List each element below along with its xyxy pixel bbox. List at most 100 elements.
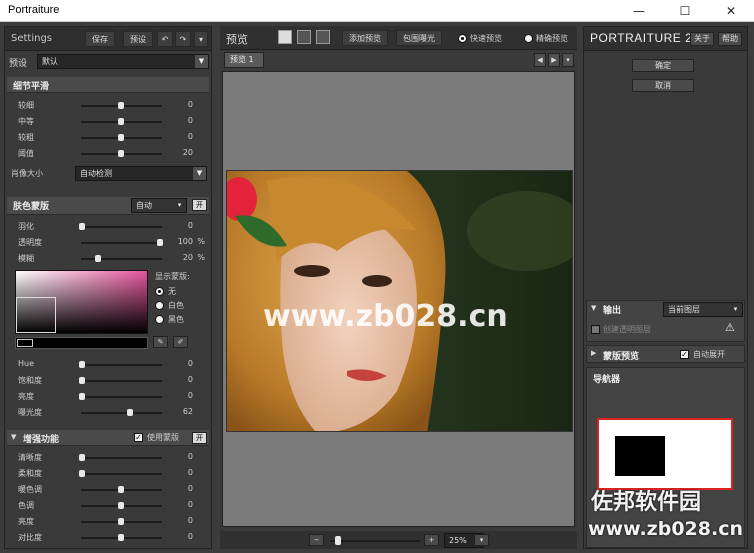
brand-bar: Portraiture 2 关于 帮助 [584,27,747,51]
slider-knob[interactable] [79,393,85,400]
zoom-menu-icon[interactable]: ▾ [474,534,489,546]
preset-select-value: 默认 [42,57,58,66]
expand-arrow-icon[interactable]: ▶ [591,349,596,357]
zoom-slider-track[interactable] [330,540,420,542]
slider-value: 0 [187,132,193,141]
center-watermark: www.zb028.cn [263,299,508,334]
skin-mask-toggle[interactable]: 开 [192,199,207,211]
show-mask-radio[interactable] [155,315,164,324]
show-mask-option-label: 无 [168,287,176,296]
slider-track[interactable] [81,258,162,260]
slider-knob[interactable] [118,502,124,509]
use-mask-checkbox[interactable]: ✓ [134,433,143,442]
show-mask-radio[interactable] [155,287,164,296]
undo-icon[interactable]: ↶ [157,31,173,47]
about-button[interactable]: 关于 [690,32,714,46]
slider-row: 亮度 0 [5,390,211,404]
skin-color-picker[interactable] [15,270,148,334]
portrait-size-select[interactable]: 自动检测 ▼ [75,166,207,181]
maximize-button[interactable]: ☐ [662,0,708,22]
slider-knob[interactable] [95,255,101,262]
slider-knob[interactable] [118,486,124,493]
slider-track[interactable] [81,457,162,459]
ok-button[interactable]: 确定 [632,59,694,72]
accurate-preview-label: 精确预览 [536,34,568,43]
settings-menu-icon[interactable]: ▾ [194,31,208,47]
save-button[interactable]: 保存 [85,31,115,47]
slider-track[interactable] [81,473,162,475]
skin-mode-select[interactable]: 自动 ▾ [131,198,187,213]
slider-label: 透明度 [18,238,42,247]
slider-label: 清晰度 [18,453,42,462]
navigator-thumbnail[interactable] [597,418,733,490]
auto-expand-checkbox[interactable]: ✓ [680,350,689,359]
collapse-arrow-icon[interactable]: ▼ [591,304,596,312]
slider-knob[interactable] [79,454,85,461]
chevron-down-icon: ▼ [195,55,208,68]
brand-name: Portraiture [590,31,682,45]
tab-prev-icon[interactable]: ◀ [534,53,546,67]
single-view-icon[interactable] [278,30,292,44]
redo-icon[interactable]: ↷ [175,31,191,47]
hue-indicator[interactable] [17,339,33,347]
create-layer-checkbox[interactable] [591,325,600,334]
tab-preview-1[interactable]: 预览 1 [224,52,264,68]
skin-mask-header[interactable]: 肤色蒙版 自动 ▾ 开 [7,197,209,215]
slider-track[interactable] [81,380,162,382]
slider-knob[interactable] [118,150,124,157]
preview-tabs: 预览 1 ◀ ▶ ▾ [220,52,577,68]
slider-knob[interactable] [127,409,133,416]
slider-label: 曝光度 [18,408,42,417]
fast-preview-label: 快速预览 [470,34,502,43]
slider-row: 饱和度 0 [5,374,211,388]
zoom-in-button[interactable]: + [424,534,439,546]
slider-knob[interactable] [79,361,85,368]
eyedropper-minus-icon[interactable]: ✐ [173,336,188,348]
add-preview-button[interactable]: 添加预览 [342,30,388,46]
slider-knob[interactable] [118,518,124,525]
accurate-preview-radio[interactable] [524,34,533,43]
collapse-arrow-icon[interactable]: ▼ [11,433,16,441]
slider-track[interactable] [81,226,162,228]
enhancements-toggle[interactable]: 开 [192,432,207,444]
slider-knob[interactable] [118,102,124,109]
output-select[interactable]: 当前图层 ▾ [663,302,743,317]
preset-select[interactable]: 默认 ▼ [37,54,209,69]
window-title: Portraiture [8,4,60,16]
navigator-view-box [615,436,665,476]
slider-knob[interactable] [79,470,85,477]
slider-knob[interactable] [118,134,124,141]
help-button[interactable]: 帮助 [718,32,742,46]
slider-track[interactable] [81,412,162,414]
eyedropper-icon[interactable]: ✎ [153,336,168,348]
slider-track[interactable] [81,242,162,244]
slider-label: 中等 [18,117,34,126]
zoom-out-button[interactable]: − [309,534,324,546]
slider-knob[interactable] [118,118,124,125]
tab-menu-icon[interactable]: ▾ [562,53,574,67]
slider-value: 0 [187,468,193,477]
enhancements-header[interactable]: 增强功能 ▼ ✓ 使用蒙版 开 [7,430,209,446]
close-button[interactable]: ✕ [708,0,754,22]
detail-smoothing-header[interactable]: 细节平滑 [7,77,209,93]
color-selection-box[interactable] [16,297,56,333]
cancel-button[interactable]: 取消 [632,79,694,92]
show-mask-radio[interactable] [155,301,164,310]
slider-track[interactable] [81,396,162,398]
zoom-slider-knob[interactable] [335,536,341,545]
slider-knob[interactable] [118,534,124,541]
split-vertical-icon[interactable] [316,30,330,44]
slider-value: 0 [187,484,193,493]
preset-button[interactable]: 预设 [123,31,153,47]
split-horizontal-icon[interactable] [297,30,311,44]
tab-next-icon[interactable]: ▶ [548,53,560,67]
slider-knob[interactable] [79,223,85,230]
bracket-exposure-button[interactable]: 包围曝光 [396,30,442,46]
minimize-button[interactable]: — [616,0,662,22]
preview-viewport[interactable]: www.zb028.cn [222,71,575,527]
slider-track[interactable] [81,364,162,366]
slider-label: 亮度 [18,392,34,401]
slider-knob[interactable] [79,377,85,384]
hue-strip[interactable] [15,337,148,349]
fast-preview-radio[interactable] [458,34,467,43]
